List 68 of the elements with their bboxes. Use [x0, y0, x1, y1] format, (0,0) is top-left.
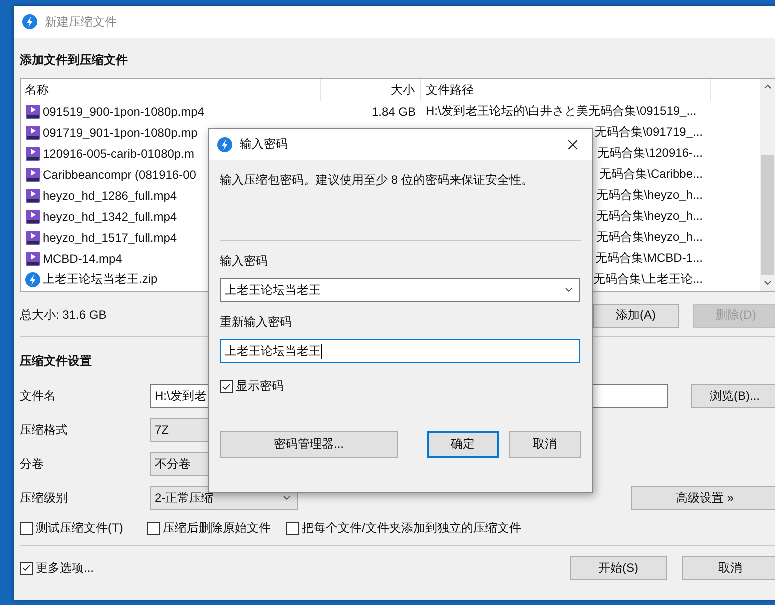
- scrollbar[interactable]: [760, 79, 775, 291]
- file-name[interactable]: Caribbeancompr (081916-00: [43, 168, 196, 182]
- dialog-button[interactable]: 确定: [427, 431, 499, 458]
- file-name[interactable]: 120916-005-carib-01080p.m: [43, 146, 194, 160]
- column-header[interactable]: 大小: [321, 79, 421, 101]
- file-path: 无码合集\MCBD-1...: [596, 250, 703, 267]
- section-heading: 压缩文件设置: [20, 353, 92, 370]
- scroll-thumb[interactable]: [761, 155, 774, 275]
- file-name[interactable]: 091519_900-1pon-1080p.mp4: [43, 104, 204, 118]
- field-label: 文件名: [20, 388, 57, 404]
- dialog-button[interactable]: 取消: [509, 431, 581, 458]
- checkbox[interactable]: [286, 522, 299, 535]
- file-path: 无码合集\上老王论...: [594, 271, 703, 288]
- file-name[interactable]: MCBD-14.mp4: [43, 252, 122, 266]
- checkbox-label: 把每个文件/文件夹添加到独立的压缩文件: [302, 520, 522, 537]
- checkbox[interactable]: [20, 562, 33, 574]
- video-file-icon: [25, 146, 41, 162]
- file-name[interactable]: 091719_901-1pon-1080p.mp: [43, 126, 198, 140]
- list-button[interactable]: 添加(A): [593, 304, 679, 328]
- app-icon: [217, 136, 233, 152]
- checkbox[interactable]: [147, 522, 160, 535]
- checkbox-label: 显示密码: [236, 378, 284, 395]
- close-icon: [566, 138, 580, 152]
- description-text: 输入压缩包密码。建议使用至少 8 位的密码来保证安全性。: [220, 172, 534, 189]
- video-file-icon: [25, 166, 41, 182]
- column-header[interactable]: 文件路径: [421, 79, 711, 101]
- section-heading: 添加文件到压缩文件: [20, 52, 129, 69]
- checkbox[interactable]: [20, 522, 33, 535]
- checkbox[interactable]: [220, 380, 233, 393]
- video-file-icon: [25, 188, 41, 204]
- file-path: 无码合集\Caribbe...: [600, 166, 703, 183]
- total-size: 总大小: 31.6 GB: [20, 307, 107, 324]
- dialog-button[interactable]: 取消: [682, 556, 775, 580]
- checkbox-label: 压缩后删除原始文件: [163, 520, 271, 537]
- field-label: 压缩级别: [20, 490, 69, 506]
- window-title: 新建压缩文件: [45, 14, 117, 30]
- settings-button[interactable]: 浏览(B)...: [691, 384, 775, 408]
- file-path: 无码合集\091719_...: [594, 124, 703, 141]
- app-icon: [22, 14, 38, 30]
- column-header[interactable]: 名称: [21, 79, 321, 101]
- video-file-icon: [25, 250, 41, 266]
- dialog-button[interactable]: 开始(S): [570, 556, 667, 580]
- video-file-icon: [25, 208, 41, 224]
- password-field[interactable]: 上老王论坛当老王: [220, 278, 580, 302]
- video-file-icon: [25, 104, 41, 120]
- file-name[interactable]: heyzo_hd_1286_full.mp4: [43, 188, 178, 202]
- field-label: 重新输入密码: [220, 314, 293, 331]
- file-path: 无码合集\heyzo_h...: [596, 208, 703, 225]
- checkbox-label: 测试压缩文件(T): [36, 520, 124, 537]
- file-size: 1.84 GB: [372, 104, 416, 118]
- checkbox-label: 更多选项...: [36, 560, 94, 576]
- field-label: 分卷: [20, 456, 45, 472]
- file-name[interactable]: heyzo_hd_1342_full.mp4: [43, 210, 178, 224]
- video-file-icon: [25, 124, 41, 140]
- app-icon: [25, 272, 41, 288]
- file-path: 无码合集\120916-...: [598, 145, 703, 162]
- file-path: 无码合集\heyzo_h...: [596, 229, 703, 246]
- field-label: 输入密码: [220, 253, 269, 270]
- file-name[interactable]: 上老王论坛当老王.zip: [43, 271, 158, 288]
- file-path: 无码合集\heyzo_h...: [596, 187, 703, 204]
- file-path: H:\发到老王论坛的\白井さと美无码合集\091519_...: [426, 103, 697, 120]
- video-file-icon: [25, 230, 41, 246]
- file-name[interactable]: heyzo_hd_1517_full.mp4: [43, 230, 178, 244]
- settings-button[interactable]: 高级设置 »: [631, 486, 775, 510]
- field-label: 压缩格式: [20, 422, 69, 438]
- dialog-title: 输入密码: [240, 136, 288, 153]
- password-field[interactable]: 上老王论坛当老王: [220, 339, 580, 363]
- password-manager-button[interactable]: 密码管理器...: [220, 431, 398, 458]
